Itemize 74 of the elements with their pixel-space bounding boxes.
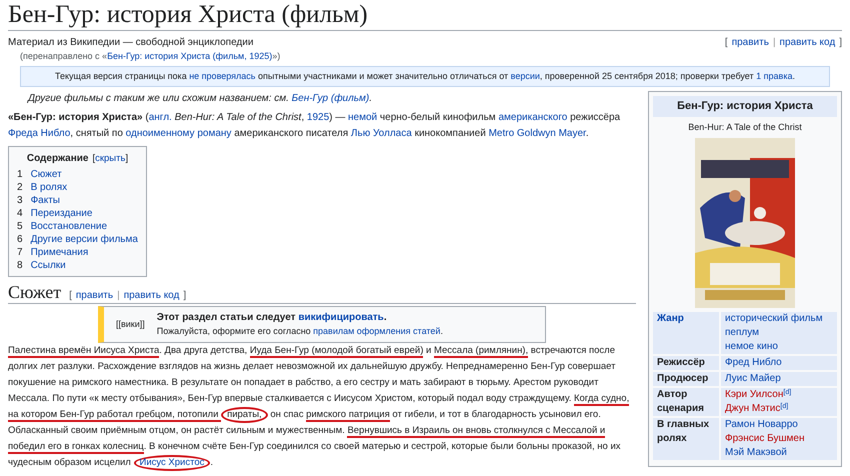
toc-link[interactable]: Ссылки <box>30 259 66 272</box>
edit-link[interactable]: править код <box>124 288 180 304</box>
edit-link[interactable]: править <box>732 35 769 50</box>
toc-link[interactable]: Переиздание <box>30 207 92 220</box>
infobox-link[interactable]: Мэй Макэвой <box>725 447 787 458</box>
toc-link[interactable]: Восстановление <box>30 220 108 234</box>
toc-link[interactable]: Примечания <box>30 246 88 260</box>
notice-body: Пожалуйста, оформите его согласно правилам оформления статей. <box>156 325 443 338</box>
link[interactable]: викифицировать <box>298 312 384 324</box>
link[interactable]: одноименному роману <box>126 128 232 139</box>
review-notice: Текущая версия страницы пока не проверялась опытными участниками и может значительно отличаться от версии, проверенной 25 сентября 2018; проверки требует 1 правка. <box>20 66 830 87</box>
redirect-note: (перенаправлено с «Бен-Гур: история Христа (фильм, 1925)») <box>20 50 282 63</box>
original-title: Ben-Hur: A Tale of the Christ <box>687 120 803 134</box>
toc-number: 2 <box>17 181 23 194</box>
infobox-label: В главных ролях <box>653 418 719 460</box>
intro-paragraph: «Бен-Гур: история Христа» (англ. Ben-Hur: A Tale of the Christ, 1925) — немой черно-белый кинофильм американского режиссёра Фреда Нибло, снятый по одноименному роману американского писателя Лью Уолласа кинокомпанией Metro Goldwyn Mayer. <box>8 111 622 141</box>
infobox-link[interactable]: Рамон Новарро <box>725 419 798 430</box>
bracket: [ <box>92 152 96 166</box>
infobox-link[interactable]: немое кино <box>725 341 778 352</box>
link[interactable]: правилам оформления статей <box>313 326 440 336</box>
infobox-label: Автор сценария <box>653 388 719 416</box>
infobox-link[interactable]: Фрэнсис Бушмен <box>725 433 804 444</box>
link[interactable]: 1 правка <box>756 70 792 80</box>
toc-number: 6 <box>17 233 23 246</box>
link[interactable]: Бен-Гур (фильм) <box>292 93 370 104</box>
toc-title: Содержание <box>26 152 88 166</box>
link[interactable]: Иисус Христос <box>134 454 210 471</box>
link[interactable]: американского <box>498 112 568 123</box>
link[interactable]: немой <box>348 112 378 123</box>
link[interactable]: не проверялась <box>189 70 256 80</box>
infobox-label: Режиссёр <box>653 356 719 370</box>
link[interactable]: Фреда Нибло <box>8 128 70 139</box>
link[interactable]: Бен-Гур: история Христа (фильм, 1925) <box>107 51 272 61</box>
separator: | <box>772 36 776 50</box>
toc-link[interactable]: Факты <box>30 194 60 208</box>
infobox-title: Бен-Гур: история Христа <box>653 96 837 116</box>
toc-link[interactable]: Сюжет <box>30 168 62 182</box>
link[interactable]: 1925 <box>306 112 330 123</box>
link[interactable]: Metro Goldwyn Mayer <box>488 128 586 139</box>
infobox-label: Продюсер <box>653 372 719 386</box>
section-heading: Сюжет <box>8 281 62 304</box>
tagline: Материал из Википедии — свободной энциклопедии <box>8 36 254 50</box>
infobox-link[interactable]: Джун Мэтис <box>725 403 780 414</box>
edit-link[interactable]: править <box>76 288 114 304</box>
wikidata-mark[interactable]: [d] <box>780 402 788 410</box>
bracket: [ <box>724 36 728 50</box>
infobox-link[interactable]: исторический фильм <box>725 313 823 324</box>
link[interactable]: версии <box>510 70 540 80</box>
toc-number: 7 <box>17 246 23 260</box>
toc-number: 4 <box>17 207 23 220</box>
bracket: ] <box>839 36 842 50</box>
toc-toggle[interactable]: скрыть <box>95 152 126 166</box>
link[interactable]: англ. <box>148 112 172 123</box>
toc-number: 1 <box>17 168 23 182</box>
separator: | <box>117 289 120 304</box>
infobox-label: Жанр <box>653 312 719 354</box>
toc-number: 3 <box>17 194 23 208</box>
edit-link[interactable]: править код <box>780 35 836 50</box>
toc-number: 5 <box>17 220 23 234</box>
wiki-icon: [[вики]] <box>104 318 157 332</box>
bracket: ] <box>183 289 186 304</box>
toc-link[interactable]: Другие версии фильма <box>30 233 138 246</box>
wikidata-mark[interactable]: [d] <box>783 388 792 396</box>
infobox-link[interactable]: пеплум <box>725 327 759 338</box>
plot-paragraph: Палестина времён Иисуса Христа. Два друга детства, Иуда Бен-Гур (молодой богатый еврей) и Мессала (римлянин), встречаются после долгих лет разлуки. Расхождение взглядов на жизнь делает невозможной их дальнейшую дружбу. Непреднамеренно Бен-Гур совершает покушение на римского наместника. В результате он попадает в рабство, а его сестру и мать забирают в тюрьму. Арестом руководит Мессала. По пути «к месту отбывания», Бен-Гур впервые сталкивается с Иисусом Христом, который подал воду страждущему. Когда судно, на котором Бен-Гур работал гребцом, потопили пираты, он спас римского патриция от гибели, и тот в благодарность усыновил его. Обласканный своим приёмным отцом, он растёт сильным и мужественным. Вернувшись в Израиль он вновь столкнулся с Мессалой и победил его в гонках колесниц. В конечном счёте Бен-Гур соединился со своей матерью и сестрой, которые были больны проказой, но их чудесным образом исцелил Иисус Христос . <box>8 342 636 471</box>
infobox-link[interactable]: Кэри Уилсон <box>725 389 784 400</box>
hatnote: Другие фильмы с таким же или схожим названием: см. Бен-Гур (фильм). <box>28 92 373 106</box>
link[interactable]: Лью Уолласа <box>350 128 412 139</box>
bracket: ] <box>125 152 128 166</box>
toc-number: 8 <box>17 259 23 272</box>
toc-link[interactable]: В ролях <box>30 181 68 194</box>
page-title: Бен-Гур: история Христа (фильм) <box>8 0 842 31</box>
notice-title: Этот раздел статьи следует викифицировать. <box>156 311 388 326</box>
bracket: [ <box>69 289 72 304</box>
